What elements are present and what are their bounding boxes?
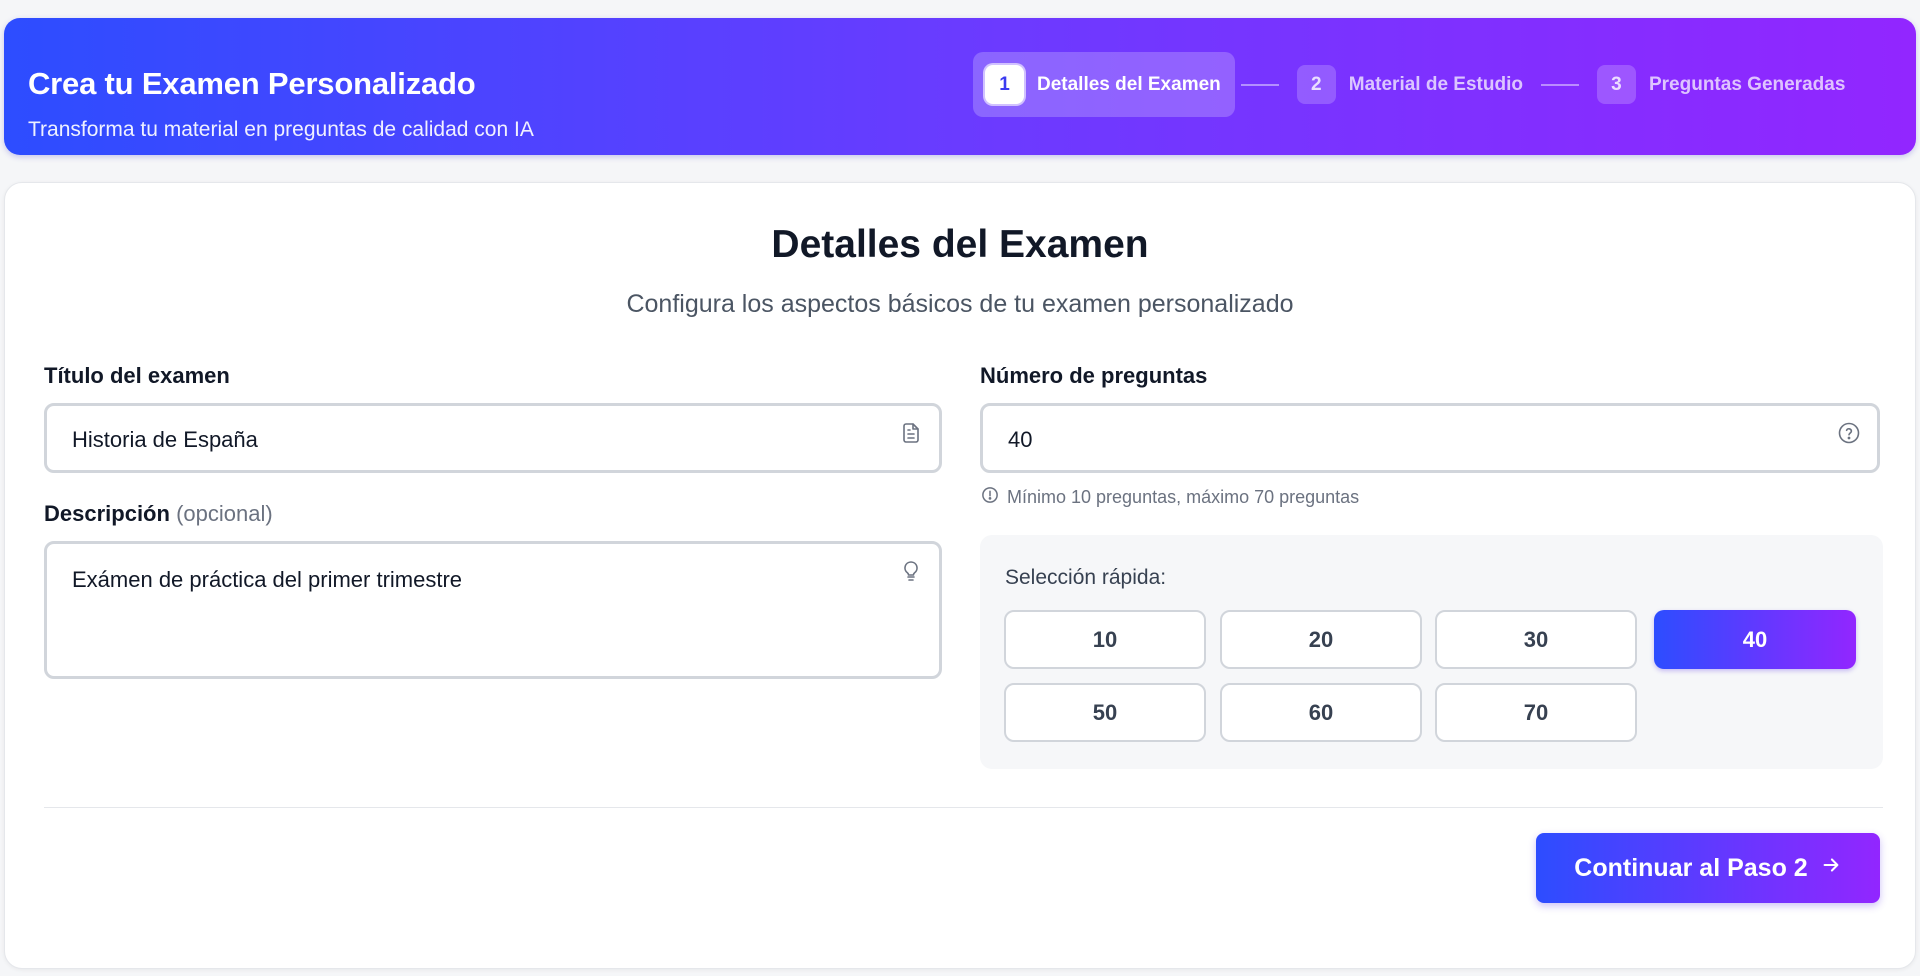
description-label-text: Descripción (44, 501, 170, 526)
description-optional-text: (opcional) (176, 501, 273, 526)
quick-select-panel: Selección rápida: 10 20 30 40 50 60 70 (980, 535, 1883, 769)
quick-select-50-button[interactable]: 50 (1004, 683, 1206, 742)
quick-select-30-button[interactable]: 30 (1435, 610, 1637, 669)
step-1-number: 1 (985, 65, 1024, 104)
header-subtitle: Transforma tu material en preguntas de c… (28, 118, 534, 141)
step-2[interactable]: 2 Material de Estudio (1285, 52, 1535, 117)
page-header: Crea tu Examen Personalizado Transforma … (4, 18, 1916, 155)
step-3-label: Preguntas Generadas (1648, 73, 1846, 95)
lightbulb-icon (899, 559, 923, 583)
step-connector (1540, 83, 1579, 86)
section-subtitle: Configura los aspectos básicos de tu exa… (626, 290, 1294, 318)
description-value: Exámen de práctica del primer trimestre (72, 567, 463, 592)
question-count-label: Número de preguntas (980, 363, 1208, 388)
exam-details-card: Detalles del Examen Configura los aspect… (4, 182, 1916, 969)
step-2-label: Material de Estudio (1348, 73, 1523, 95)
help-circle-icon[interactable] (1837, 421, 1861, 445)
continue-button-label: Continuar al Paso 2 (1574, 853, 1808, 882)
quick-select-10-button[interactable]: 10 (1004, 610, 1206, 669)
description-textarea[interactable]: Exámen de práctica del primer trimestre (44, 541, 942, 679)
quick-select-label: Selección rápida: (1005, 566, 1167, 589)
exam-title-label: Título del examen (44, 363, 230, 388)
step-1[interactable]: 1 Detalles del Examen (973, 52, 1235, 117)
continue-button[interactable]: Continuar al Paso 2 (1536, 833, 1880, 903)
question-count-hint: Mínimo 10 preguntas, máximo 70 preguntas (981, 486, 1359, 509)
step-2-number: 2 (1296, 65, 1336, 104)
document-icon (899, 421, 923, 445)
divider (44, 807, 1883, 808)
quick-select-40-button[interactable]: 40 (1654, 610, 1856, 669)
question-count-value: 40 (1008, 427, 1033, 452)
quick-select-60-button[interactable]: 60 (1220, 683, 1422, 742)
exam-title-input[interactable]: Historia de España (44, 403, 942, 473)
step-connector (1240, 83, 1279, 86)
exam-title-value: Historia de España (72, 427, 258, 452)
arrow-right-icon (1808, 854, 1842, 883)
info-circle-icon (981, 486, 1007, 509)
section-title: Detalles del Examen (771, 223, 1149, 266)
step-3[interactable]: 3 Preguntas Generadas (1585, 52, 1857, 117)
hint-text: Mínimo 10 preguntas, máximo 70 preguntas (1007, 487, 1360, 507)
step-3-number: 3 (1596, 65, 1636, 104)
quick-select-70-button[interactable]: 70 (1435, 683, 1637, 742)
question-count-input[interactable]: 40 (980, 403, 1880, 473)
quick-select-20-button[interactable]: 20 (1220, 610, 1422, 669)
header-title: Crea tu Examen Personalizado (28, 66, 476, 101)
step-1-label: Detalles del Examen (1037, 73, 1221, 95)
description-label: Descripción (opcional) (44, 501, 273, 527)
stepper: 1 Detalles del Examen 2 Material de Estu… (973, 52, 1857, 117)
